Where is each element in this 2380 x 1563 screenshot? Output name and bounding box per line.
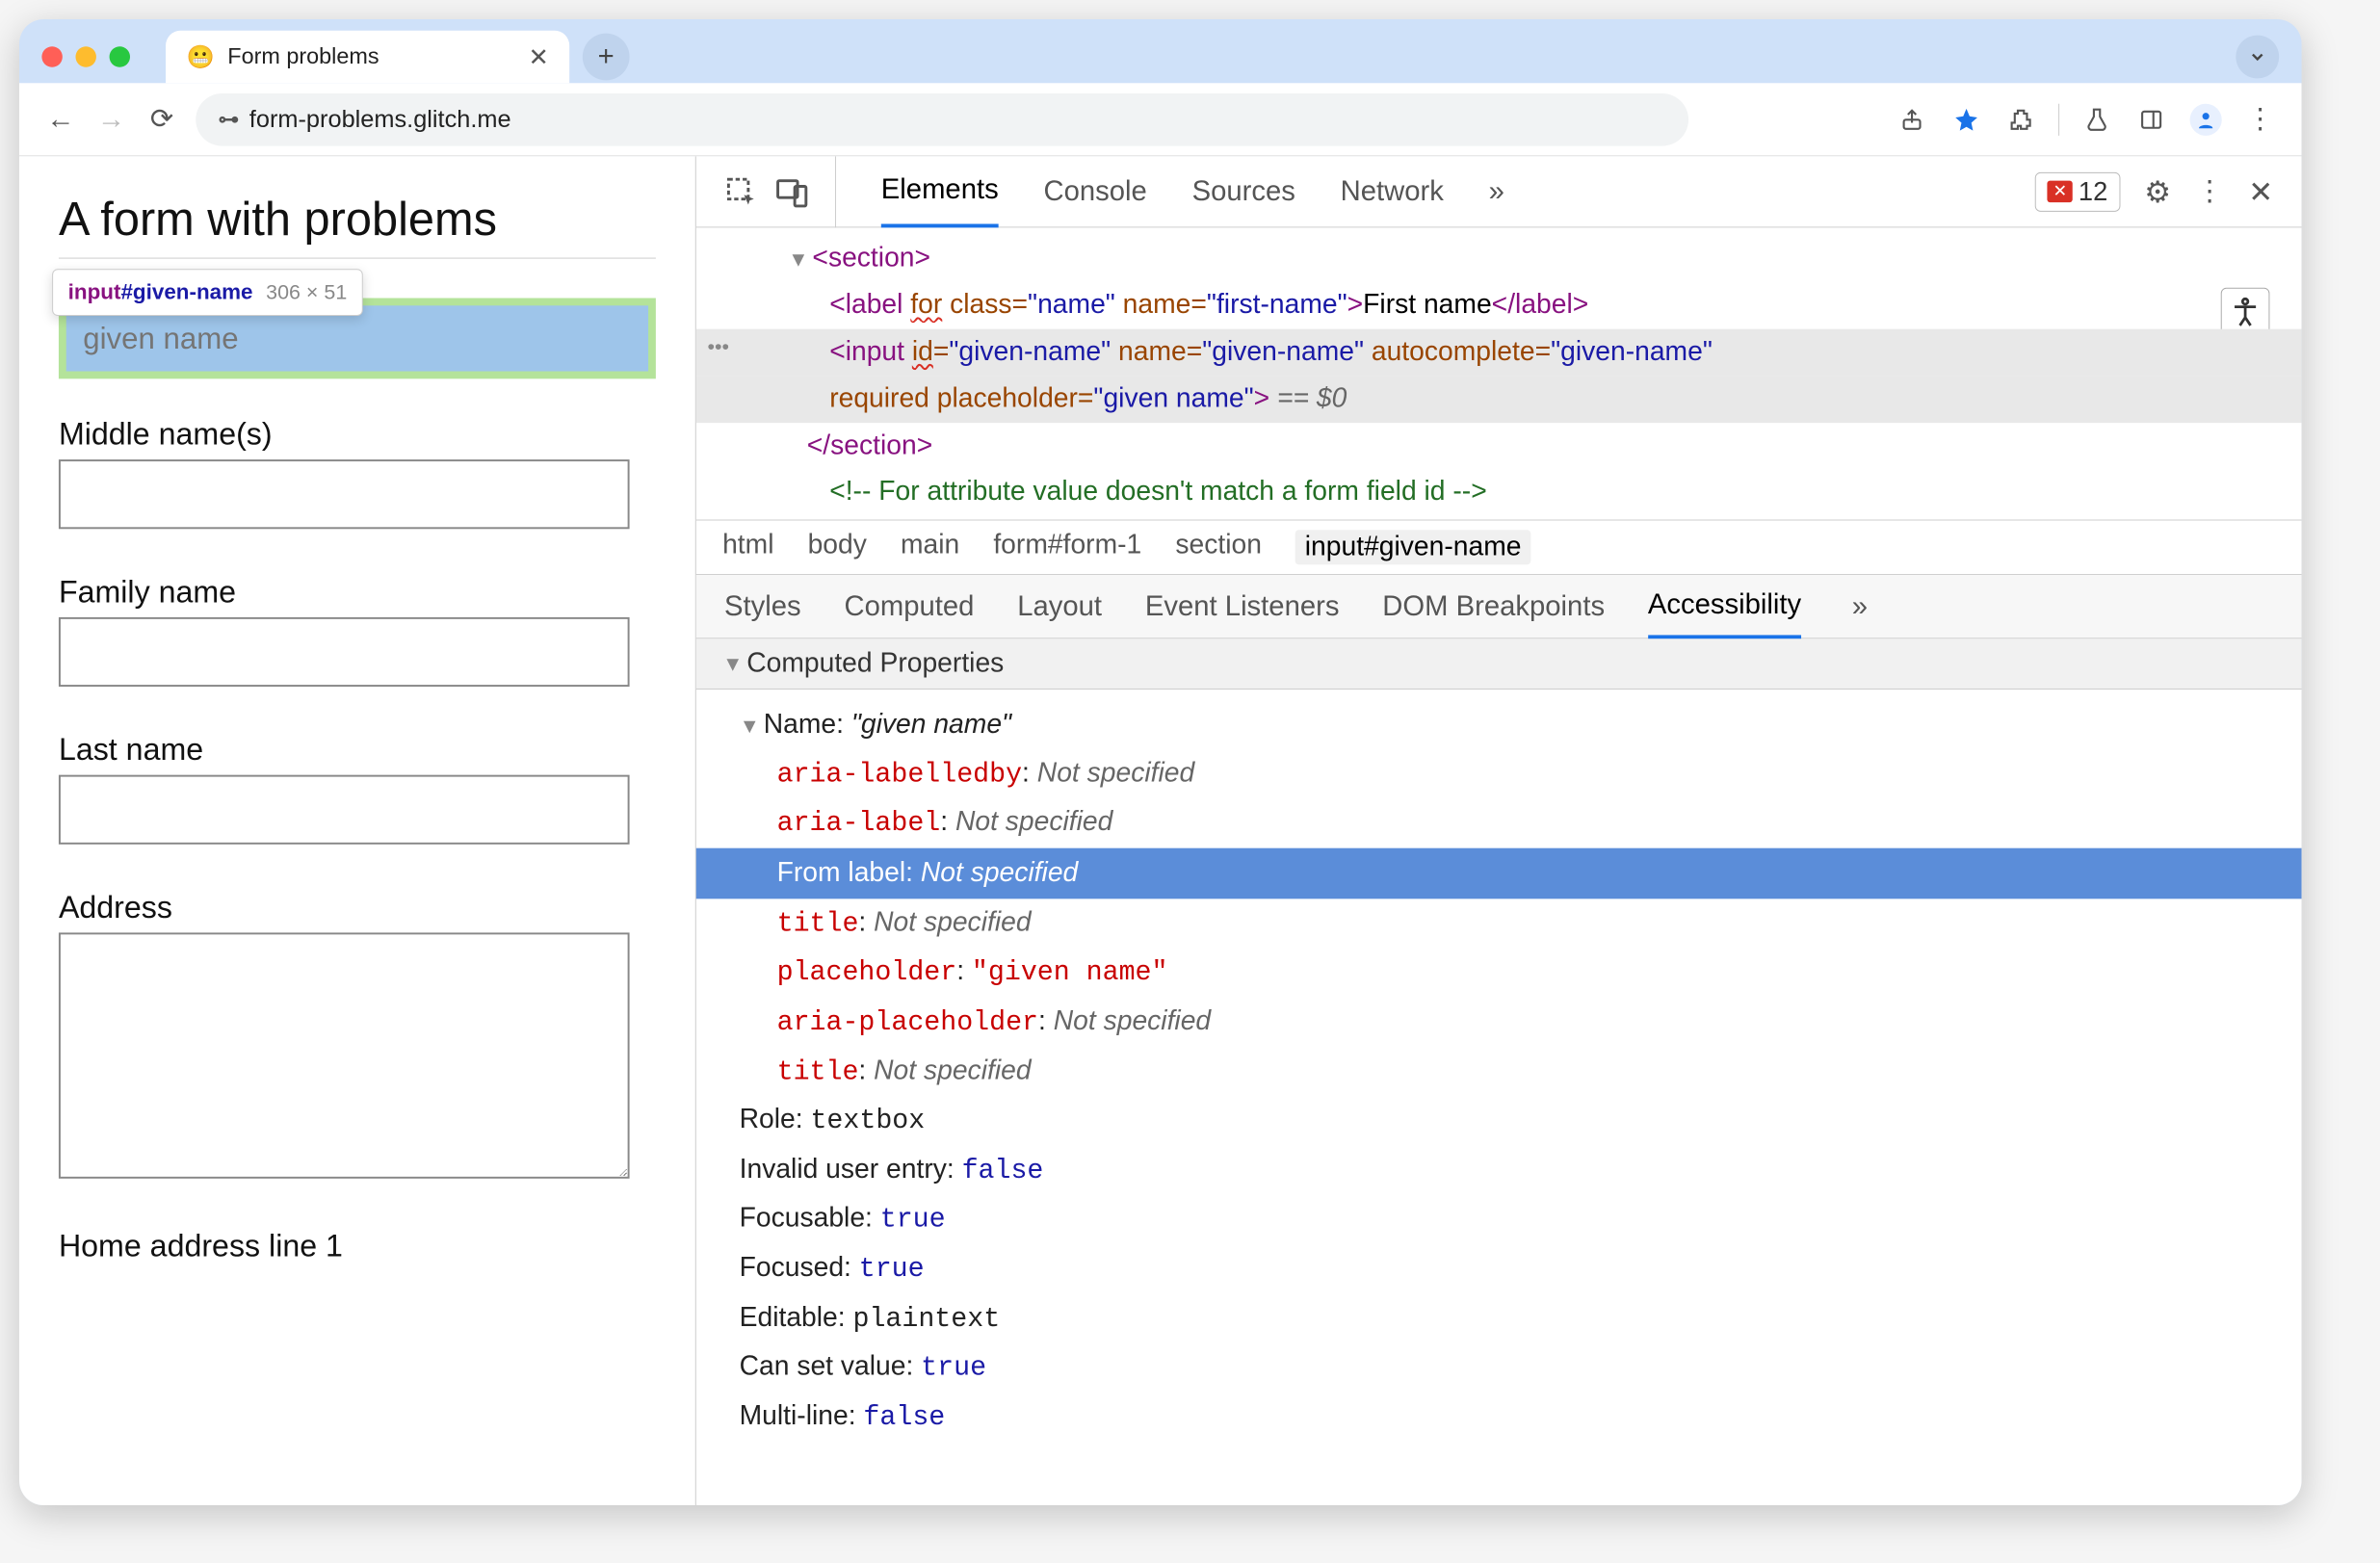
dom-line-selected[interactable]: required placeholder="given name"> == $0 (696, 376, 2302, 423)
devtools-subtabs: Styles Computed Layout Event Listeners D… (696, 575, 2302, 638)
family-name-label: Family name (59, 574, 656, 610)
address-label: Address (59, 890, 656, 925)
prop-title[interactable]: title: Not specified (740, 899, 2274, 948)
dom-line[interactable]: <label for class="name" name="first-name… (762, 282, 2273, 329)
toolbar-right: ⋮ (1896, 103, 2278, 136)
prop-placeholder[interactable]: placeholder: "given name" (740, 948, 2274, 997)
crumb[interactable]: html (722, 530, 773, 564)
crumb[interactable]: form#form-1 (993, 530, 1141, 564)
tab-console[interactable]: Console (1043, 175, 1146, 207)
minimize-window-button[interactable] (75, 46, 95, 66)
dom-breadcrumbs: html body main form#form-1 section input… (696, 520, 2302, 576)
tab-favicon-icon: 😬 (187, 43, 215, 70)
browser-tab[interactable]: 😬 Form problems ✕ (166, 31, 569, 84)
home-address-1-label: Home address line 1 (59, 1228, 656, 1263)
devtools-tabs: Elements Console Sources Network » ✕12 ⚙… (696, 156, 2302, 227)
crumb[interactable]: section (1175, 530, 1262, 564)
toolbar-divider (2058, 103, 2059, 135)
side-panel-button[interactable] (2134, 107, 2168, 131)
site-settings-icon[interactable]: ⊶ (219, 107, 237, 131)
window-controls (41, 46, 152, 66)
forward-button[interactable]: → (94, 103, 128, 135)
prop-cansetvalue[interactable]: Can set value: true (740, 1343, 2274, 1393)
page-title: A form with problems (59, 192, 656, 258)
tab-network[interactable]: Network (1341, 175, 1444, 207)
browser-window: 😬 Form problems ✕ + ← → ⟳ ⊶ form-problem… (19, 19, 2302, 1505)
dom-line[interactable]: <!-- For attribute value doesn't match a… (762, 469, 2273, 516)
tooltip-selector: input#given-name (68, 279, 253, 305)
prop-title-2[interactable]: title: Not specified (740, 1047, 2274, 1096)
dom-line-selected[interactable]: ••• <input id="given-name" name="given-n… (696, 328, 2302, 376)
dom-line[interactable]: </section> (762, 423, 2273, 470)
prop-aria-placeholder[interactable]: aria-placeholder: Not specified (740, 998, 2274, 1047)
error-badge[interactable]: ✕12 (2035, 171, 2120, 211)
prop-focused[interactable]: Focused: true (740, 1244, 2274, 1293)
more-tabs-button[interactable]: » (1489, 175, 1504, 207)
tab-close-button[interactable]: ✕ (529, 42, 549, 71)
tabs-dropdown-button[interactable] (2236, 36, 2279, 79)
tabstrip: 😬 Form problems ✕ + (19, 19, 2302, 83)
new-tab-button[interactable]: + (583, 34, 630, 81)
accessibility-properties: ▼Name: "given name" aria-labelledby: Not… (696, 690, 2302, 1470)
middle-name-input[interactable] (59, 459, 630, 529)
close-window-button[interactable] (41, 46, 62, 66)
subtab-accessibility[interactable]: Accessibility (1648, 575, 1801, 638)
last-name-label: Last name (59, 732, 656, 768)
elements-dom-tree[interactable]: ▼<section> <label for class="name" name=… (696, 227, 2302, 519)
tab-sources[interactable]: Sources (1192, 175, 1295, 207)
prop-role[interactable]: Role: textbox (740, 1096, 2274, 1145)
maximize-window-button[interactable] (110, 46, 130, 66)
devtools-close-button[interactable]: ✕ (2248, 173, 2273, 209)
browser-toolbar: ← → ⟳ ⊶ form-problems.glitch.me (19, 83, 2302, 156)
tooltip-dimensions: 306 × 51 (266, 280, 347, 304)
labs-button[interactable] (2080, 107, 2114, 131)
subtab-dom-breakpoints[interactable]: DOM Breakpoints (1382, 590, 1605, 622)
inspect-element-icon[interactable] (724, 174, 758, 208)
middle-name-label: Middle name(s) (59, 416, 656, 452)
prop-multiline[interactable]: Multi-line: false (740, 1393, 2274, 1442)
prop-editable[interactable]: Editable: plaintext (740, 1293, 2274, 1342)
subtab-styles[interactable]: Styles (724, 590, 801, 622)
subtab-layout[interactable]: Layout (1017, 590, 1102, 622)
kebab-menu-button[interactable]: ⋮ (2243, 103, 2277, 136)
reload-button[interactable]: ⟳ (145, 103, 179, 136)
omnibox-url: form-problems.glitch.me (249, 105, 511, 134)
prop-name[interactable]: ▼Name: "given name" (740, 701, 2274, 749)
crumb[interactable]: body (808, 530, 867, 564)
tab-elements[interactable]: Elements (881, 156, 999, 227)
element-inspector-tooltip: input#given-name 306 × 51 (52, 269, 363, 316)
address-textarea[interactable] (59, 932, 630, 1178)
devtools: Elements Console Sources Network » ✕12 ⚙… (695, 156, 2302, 1505)
extensions-button[interactable] (2004, 107, 2038, 131)
back-button[interactable]: ← (43, 103, 77, 135)
prop-focusable[interactable]: Focusable: true (740, 1195, 2274, 1244)
devtools-menu-button[interactable]: ⋮ (2196, 175, 2224, 208)
subtab-computed[interactable]: Computed (844, 590, 974, 622)
gear-icon[interactable]: ⚙ (2144, 173, 2171, 209)
computed-properties-header[interactable]: ▼Computed Properties (696, 639, 2302, 690)
last-name-input[interactable] (59, 775, 630, 845)
prop-from-label-selected[interactable]: From label: Not specified (696, 848, 2302, 899)
prop-aria-label[interactable]: aria-label: Not specified (740, 798, 2274, 847)
prop-aria-labelledby[interactable]: aria-labelledby: Not specified (740, 749, 2274, 798)
crumb[interactable]: main (901, 530, 959, 564)
bookmark-star-icon[interactable] (1949, 106, 1983, 132)
content-split: A form with problems input#given-name 30… (19, 156, 2302, 1505)
more-subtabs-button[interactable]: » (1852, 590, 1868, 622)
profile-button[interactable] (2189, 103, 2223, 135)
rendered-page: A form with problems input#given-name 30… (19, 156, 695, 1505)
dom-line[interactable]: ▼<section> (762, 235, 2273, 282)
crumb-active[interactable]: input#given-name (1295, 530, 1530, 564)
subtab-event-listeners[interactable]: Event Listeners (1145, 590, 1340, 622)
prop-invalid[interactable]: Invalid user entry: false (740, 1145, 2274, 1194)
device-toolbar-icon[interactable] (775, 174, 809, 208)
share-button[interactable] (1896, 107, 1929, 131)
tab-title: Form problems (227, 43, 379, 69)
family-name-input[interactable] (59, 617, 630, 687)
omnibox[interactable]: ⊶ form-problems.glitch.me (196, 93, 1688, 146)
